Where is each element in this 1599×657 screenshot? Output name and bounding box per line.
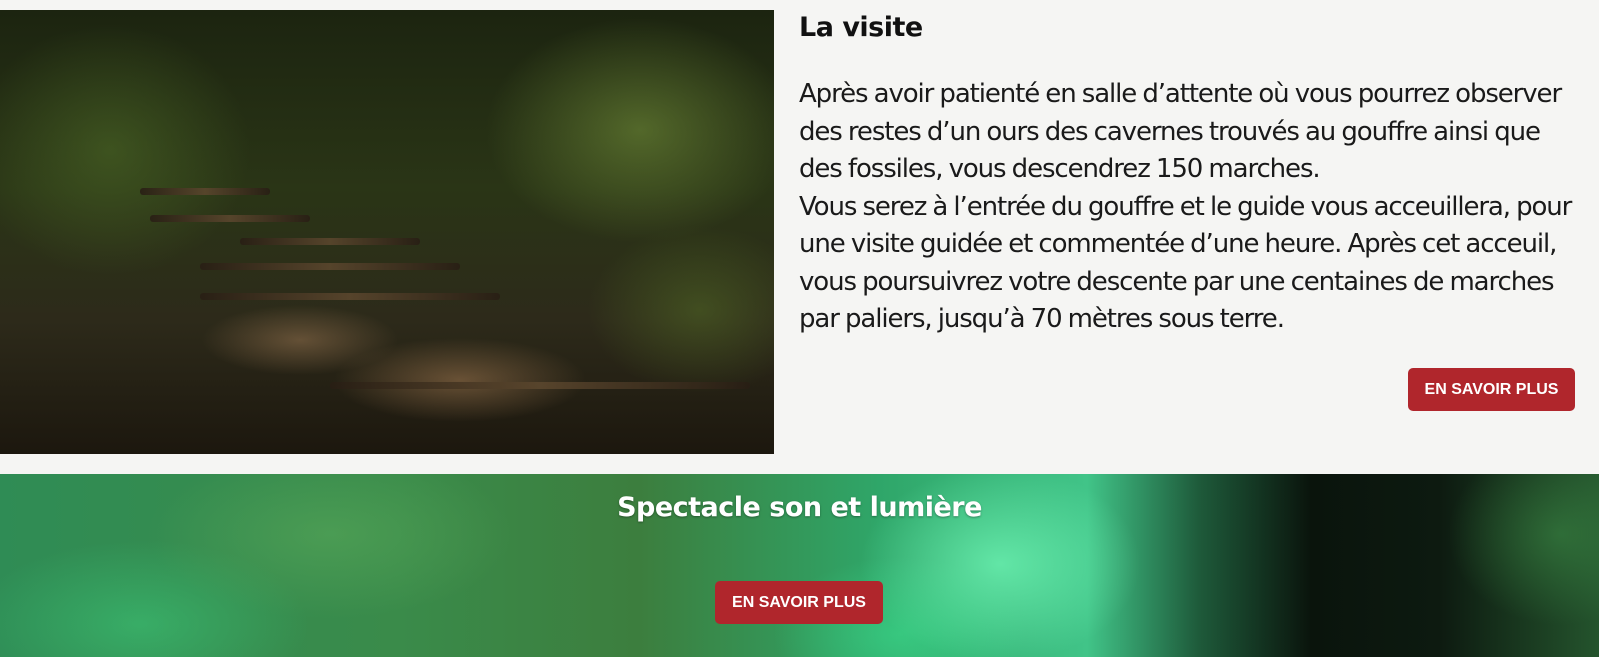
visit-learn-more-button[interactable]: EN SAVOIR PLUS: [1408, 368, 1575, 411]
spectacle-learn-more-button[interactable]: EN SAVOIR PLUS: [715, 581, 883, 624]
photo-detail: [140, 188, 270, 195]
photo-detail: [240, 238, 420, 245]
forest-stairs-photo: [0, 10, 774, 454]
page: La visite Après avoir patienté en salle …: [0, 0, 1599, 657]
visit-title: La visite: [799, 12, 923, 43]
spectacle-banner: Spectacle son et lumière EN SAVOIR PLUS: [0, 474, 1599, 657]
photo-detail: [200, 293, 500, 300]
photo-detail: [200, 263, 460, 270]
visit-description: Après avoir patienté en salle d’attente …: [799, 76, 1579, 339]
visit-paragraph-1: Après avoir patienté en salle d’attente …: [799, 79, 1562, 184]
spectacle-title: Spectacle son et lumière: [617, 492, 982, 523]
photo-detail: [150, 215, 310, 222]
visit-content: La visite Après avoir patienté en salle …: [799, 8, 1579, 339]
photo-detail: [330, 382, 750, 389]
visit-paragraph-2: Vous serez à l’entrée du gouffre et le g…: [799, 191, 1572, 335]
